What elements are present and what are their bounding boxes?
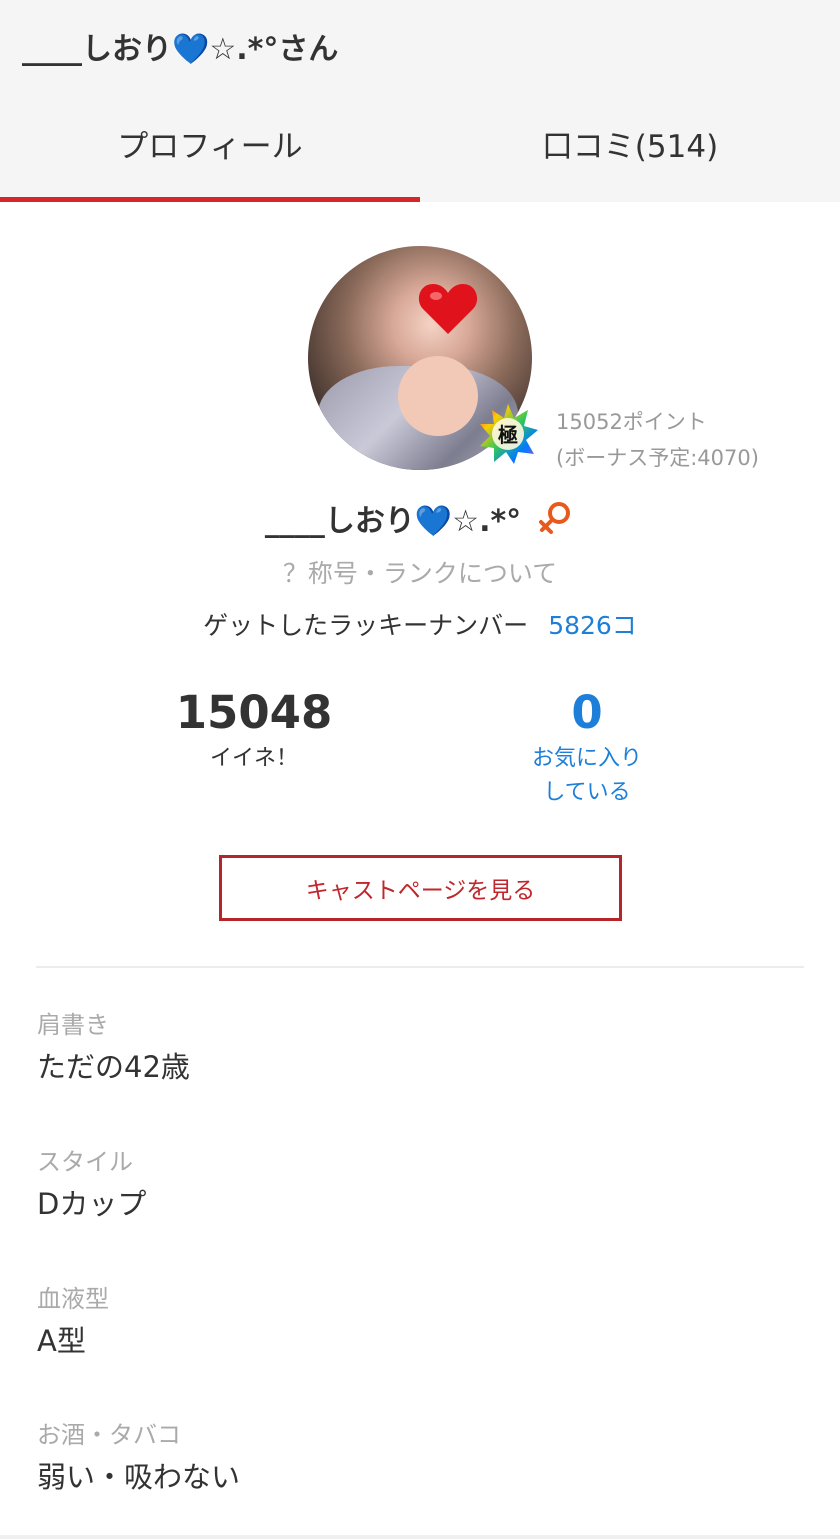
field-blood-type: 血液型 A型 — [37, 1282, 109, 1362]
bottom-divider — [0, 1535, 840, 1539]
favorites-count[interactable]: 0 — [487, 684, 687, 742]
likes-label: イイネ！ — [209, 746, 298, 771]
header: ____しおり💙☆.*°さん プロフィール 口コミ(514) — [0, 0, 840, 202]
field-title: 肩書き ただの42歳 — [37, 1008, 190, 1088]
divider — [36, 966, 804, 968]
field-label: 血液型 — [37, 1285, 109, 1313]
female-icon — [539, 502, 571, 534]
lucky-number-row: ゲットしたラッキーナンバー 5826コ — [0, 606, 840, 642]
favorites-label-line2[interactable]: している — [487, 776, 687, 810]
likes-stat: 15048 イイネ！ — [154, 684, 354, 776]
lucky-number-label: ゲットしたラッキーナンバー — [203, 611, 529, 640]
field-label: スタイル — [37, 1148, 133, 1176]
page-title: ____しおり💙☆.*°さん — [22, 32, 339, 67]
field-label: お酒・タバコ — [37, 1421, 181, 1449]
name-row: ____しおり💙☆.*° — [0, 494, 840, 542]
favorites-label-line1[interactable]: お気に入り — [487, 742, 687, 776]
lucky-number-count[interactable]: 5826コ — [548, 611, 637, 640]
likes-count: 15048 — [175, 686, 333, 739]
field-value: 弱い・吸わない — [37, 1460, 241, 1494]
points-value: 15052ポイント — [556, 410, 707, 434]
favorites-stat[interactable]: 0 お気に入り している — [487, 684, 687, 810]
heart-icon — [418, 284, 478, 334]
field-value: Dカップ — [37, 1187, 147, 1221]
tab-profile[interactable]: プロフィール — [0, 100, 420, 202]
field-value: A型 — [37, 1324, 86, 1358]
profile-name: ____しおり💙☆.*° — [264, 504, 522, 539]
field-label: 肩書き — [37, 1011, 109, 1039]
view-cast-page-button[interactable]: キャストページを見る — [219, 855, 622, 921]
rank-badge-icon: 極 — [480, 404, 538, 464]
tab-reviews[interactable]: 口コミ(514) — [420, 100, 840, 202]
rank-info-link[interactable]: ？称号・ランクについて — [0, 554, 840, 590]
field-style: スタイル Dカップ — [37, 1145, 146, 1225]
field-alcohol-tobacco: お酒・タバコ 弱い・吸わない — [37, 1418, 240, 1498]
bonus-value: (ボーナス予定:4070) — [556, 446, 759, 470]
points-info: 15052ポイント (ボーナス予定:4070) — [556, 404, 759, 476]
tab-bar: プロフィール 口コミ(514) — [0, 100, 840, 202]
rank-badge-text: 極 — [497, 423, 518, 447]
field-value: ただの42歳 — [37, 1050, 190, 1084]
